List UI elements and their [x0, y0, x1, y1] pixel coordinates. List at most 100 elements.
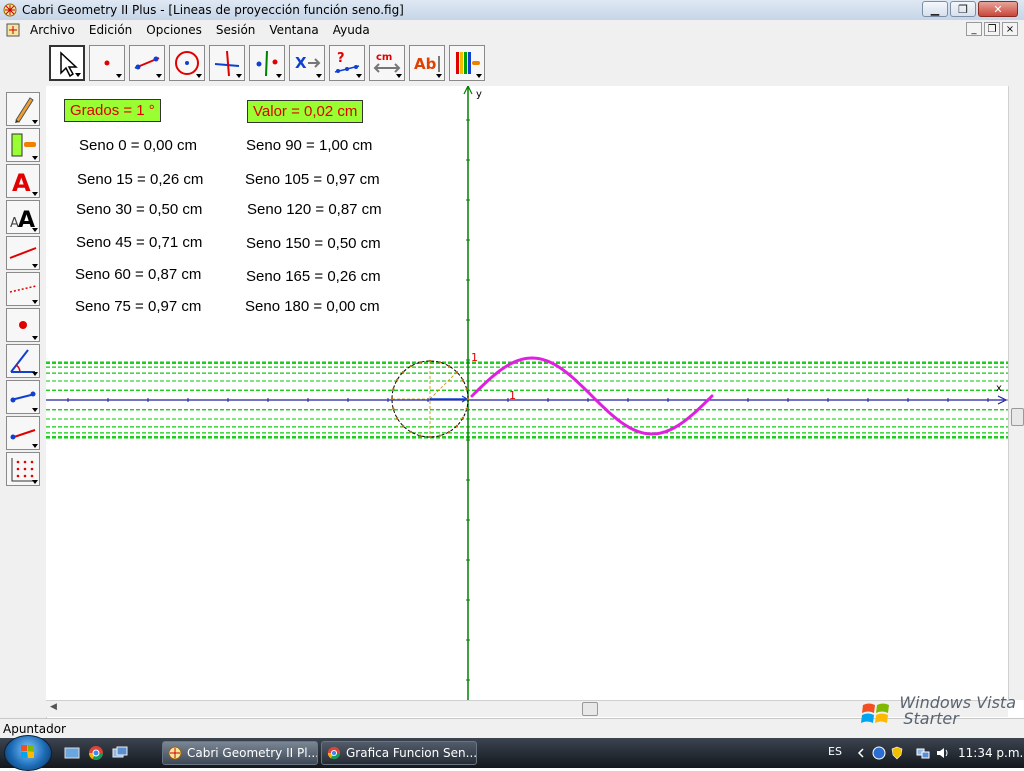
taskbar-item-chrome[interactable]: Grafica Funcion Sen... [321, 741, 477, 765]
font-size-tool[interactable]: AA [6, 200, 40, 234]
transform-tool[interactable] [249, 45, 285, 81]
circle-point [428, 359, 432, 363]
minimize-button[interactable]: ▁ [922, 1, 948, 17]
circle-point [409, 430, 413, 434]
title-bar: Cabri Geometry II Plus - [Lineas de proy… [0, 0, 1024, 21]
restore-button[interactable]: ❐ [950, 1, 976, 17]
segment-mark-tool[interactable] [6, 380, 40, 414]
start-button[interactable] [4, 735, 52, 771]
equation-tool[interactable] [6, 416, 40, 450]
circle-point [447, 364, 451, 368]
circle-point [461, 416, 465, 420]
circle-point [419, 434, 422, 437]
display-tool[interactable]: Ab [409, 45, 445, 81]
menu-edicion[interactable]: Edición [89, 23, 132, 37]
taskbar-item-cabri-label: Cabri Geometry II Pl... [187, 746, 318, 760]
attribute-toolbar: A AA [0, 86, 47, 718]
menu-archivo[interactable]: Archivo [30, 23, 75, 37]
vertical-scroll-thumb[interactable] [1011, 408, 1024, 426]
document-icon[interactable] [6, 23, 20, 37]
windows-flag-icon [861, 703, 890, 723]
circle-point [392, 388, 395, 391]
tray-app-icon[interactable] [872, 746, 886, 760]
point-tool[interactable] [89, 45, 125, 81]
clock[interactable]: 11:34 p.m. [958, 746, 1023, 760]
horizontal-scroll-thumb[interactable] [582, 702, 598, 716]
pointer-tool[interactable] [49, 45, 85, 81]
status-text: Apuntador [3, 722, 66, 736]
drawing-canvas[interactable]: Grados = 1 ° Valor = 0,02 cm Seno 0 = 0,… [46, 86, 1008, 700]
geometry-figure[interactable]: y x 1 1 [46, 86, 1008, 700]
circle-point [438, 361, 441, 364]
tray-shield-icon[interactable] [890, 746, 904, 760]
angle-mark-tool[interactable] [6, 344, 40, 378]
check-property-tool[interactable]: ? [329, 45, 365, 81]
circle-point [465, 407, 468, 410]
cabri-task-icon [168, 746, 182, 760]
os-watermark: Windows Vista Starter [861, 695, 1016, 728]
circle-point [465, 388, 468, 391]
macro-tool[interactable]: X [289, 45, 325, 81]
circle-point [392, 407, 395, 410]
fill-color-tool[interactable] [6, 128, 40, 162]
svg-text:cm: cm [376, 52, 392, 63]
grid-tool[interactable] [6, 452, 40, 486]
unit-circle[interactable] [390, 359, 470, 439]
tray-expand-icon[interactable] [854, 746, 868, 760]
menu-ventana[interactable]: Ventana [269, 23, 318, 37]
taskbar: Cabri Geometry II Pl... Grafica Funcion … [0, 735, 1024, 771]
language-indicator[interactable]: ES [828, 745, 842, 758]
switch-windows-icon[interactable] [112, 745, 128, 761]
circle-point [466, 397, 470, 401]
menu-opciones[interactable]: Opciones [146, 23, 202, 37]
circle-point [455, 370, 459, 374]
point-style-tool[interactable] [6, 308, 40, 342]
line-tool[interactable] [129, 45, 165, 81]
circle-point [455, 424, 459, 428]
circle-point [428, 435, 432, 439]
menu-sesion[interactable]: Sesión [216, 23, 256, 37]
svg-text:X: X [295, 54, 307, 72]
doc-restore-button[interactable]: ❐ [984, 22, 1000, 36]
circle-point [395, 378, 399, 382]
x-unit-label: 1 [509, 389, 516, 402]
construct-tool[interactable] [209, 45, 245, 81]
circle-point [395, 416, 399, 420]
measure-tool[interactable]: cm [369, 45, 405, 81]
circle-point [438, 434, 441, 437]
circle-point [461, 378, 465, 382]
x-axis-label: x [996, 383, 1002, 394]
taskbar-item-cabri[interactable]: Cabri Geometry II Pl... [162, 741, 318, 765]
line-thickness-tool[interactable] [6, 236, 40, 270]
chrome-quicklaunch-icon[interactable] [88, 745, 104, 761]
x-axis[interactable] [46, 395, 1008, 405]
circle-point [447, 430, 451, 434]
circle-point [401, 424, 405, 428]
svg-text:Ab: Ab [414, 55, 437, 73]
window-title: Cabri Geometry II Plus - [Lineas de proy… [22, 3, 404, 17]
svg-text:A: A [12, 169, 31, 196]
circle-tool[interactable] [169, 45, 205, 81]
show-desktop-icon[interactable] [64, 745, 80, 761]
svg-text:?: ? [337, 51, 345, 66]
pencil-tool[interactable] [6, 92, 40, 126]
text-color-tool[interactable]: A [6, 164, 40, 198]
menu-bar: Archivo Edición Opciones Sesión Ventana … [0, 20, 1024, 41]
circle-point [409, 364, 413, 368]
menu-ayuda[interactable]: Ayuda [333, 23, 370, 37]
doc-minimize-button[interactable]: _ [966, 22, 982, 36]
sine-curve[interactable] [470, 356, 714, 436]
network-icon[interactable] [916, 746, 930, 760]
draw-tool[interactable] [449, 45, 485, 81]
y-unit-label: 1 [471, 351, 478, 364]
watermark-line2: Starter [903, 709, 959, 728]
circle-point [390, 397, 394, 401]
vertical-scrollbar[interactable] [1008, 86, 1024, 700]
cabri-app-icon [3, 3, 17, 17]
doc-close-button[interactable]: × [1002, 22, 1018, 36]
scroll-left-icon[interactable]: ◀ [50, 702, 57, 712]
circle-point [419, 361, 422, 364]
line-style-tool[interactable] [6, 272, 40, 306]
close-button[interactable]: ✕ [978, 1, 1018, 17]
volume-icon[interactable] [936, 746, 950, 760]
